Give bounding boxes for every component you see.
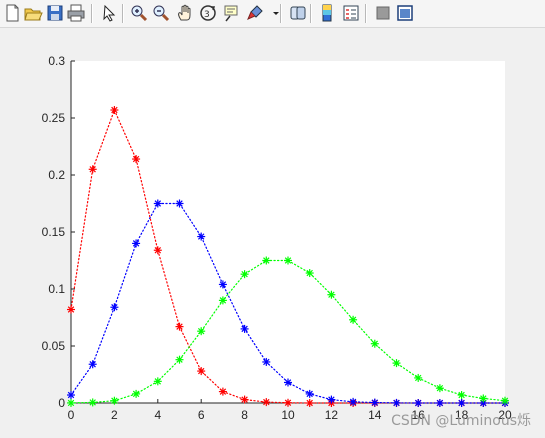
data-point-marker	[414, 399, 423, 407]
x-tick-label: 8	[241, 408, 248, 422]
data-point-marker	[479, 394, 488, 403]
colorbar-button[interactable]	[317, 3, 337, 23]
data-point-marker	[153, 199, 162, 208]
data-point-marker	[457, 391, 466, 400]
data-point-marker	[349, 397, 358, 406]
data-point-marker	[262, 357, 271, 366]
data-point-marker	[175, 355, 184, 364]
edit-plot-arrow-icon	[103, 4, 116, 22]
show-plot-tools-icon	[397, 5, 413, 21]
data-point-marker	[197, 367, 206, 376]
watermark-text: CSDN @Luminous烁	[391, 413, 531, 429]
data-cursor-icon	[224, 5, 238, 22]
data-point-marker	[197, 232, 206, 241]
y-tick-label: 0.3	[48, 54, 65, 68]
data-point-marker	[175, 322, 184, 331]
plot-canvas[interactable]: 0 2 4 6 8 10 12 14 16 18 2000.050.10.150.20.250.3	[0, 28, 545, 438]
data-point-marker	[435, 399, 444, 407]
data-point-marker	[435, 384, 444, 393]
data-point-marker	[175, 199, 184, 208]
x-tick-label: 14	[368, 408, 382, 422]
data-point-marker	[414, 373, 423, 382]
save-figure-icon	[47, 5, 63, 21]
x-tick-label: 10	[281, 408, 295, 422]
data-point-marker	[305, 389, 314, 398]
legend-button[interactable]	[341, 3, 361, 23]
colorbar-icon	[322, 4, 332, 22]
toolbar-separator	[310, 4, 312, 23]
zoom-in-button[interactable]	[129, 3, 149, 23]
data-point-marker	[284, 398, 292, 407]
data-point-marker	[153, 377, 162, 386]
open-file-button[interactable]	[23, 3, 43, 23]
zoom-out-button[interactable]	[151, 3, 171, 23]
x-tick-label: 12	[325, 408, 339, 422]
toolbar-separator	[365, 4, 367, 23]
legend-icon	[343, 5, 359, 21]
zoom-out-icon	[153, 5, 170, 22]
data-point-marker	[327, 395, 336, 404]
data-point-marker	[327, 290, 336, 299]
link-plot-button[interactable]	[288, 3, 308, 23]
zoom-in-icon	[131, 5, 148, 22]
link-plot-icon	[290, 6, 306, 20]
toolbar-separator	[91, 4, 93, 23]
data-point-marker	[305, 399, 314, 407]
rotate-3d-button[interactable]: 3	[198, 3, 218, 23]
new-figure-button[interactable]	[2, 3, 22, 23]
data-point-marker	[262, 256, 271, 265]
data-point-marker	[392, 398, 401, 407]
figure-toolbar: 3	[0, 0, 545, 28]
new-figure-icon	[6, 4, 19, 22]
brush-icon	[247, 5, 263, 20]
x-tick-label: 4	[154, 408, 161, 422]
data-cursor-button[interactable]	[222, 3, 242, 23]
save-figure-button[interactable]	[45, 3, 65, 23]
toolbar-separator	[280, 4, 282, 23]
edit-plot-arrow-button[interactable]	[99, 3, 119, 23]
y-tick-label: 0.1	[48, 282, 65, 296]
x-tick-label: 6	[198, 408, 205, 422]
data-point-marker	[370, 339, 379, 348]
brush-dropdown-button[interactable]	[266, 3, 279, 23]
x-tick-label: 2	[111, 408, 118, 422]
data-point-marker	[284, 378, 292, 387]
data-point-marker	[67, 305, 75, 314]
hide-plot-tools-button[interactable]	[373, 3, 393, 23]
data-point-marker	[262, 398, 271, 407]
figure-area: 0 2 4 6 8 10 12 14 16 18 20 0 0.05 0.1 0.15 0.2 0.25 0.3 …	[0, 28, 545, 438]
data-point-marker	[457, 399, 466, 407]
svg-text:3: 3	[204, 10, 210, 20]
data-point-marker	[392, 359, 401, 368]
x-tick-label: 0	[68, 408, 75, 422]
brush-button[interactable]	[245, 3, 265, 23]
data-point-marker	[501, 396, 509, 405]
data-point-marker	[349, 315, 358, 324]
pan-hand-button[interactable]	[175, 3, 195, 23]
y-tick-label: 0.2	[48, 168, 65, 182]
hide-plot-tools-icon	[376, 6, 390, 20]
axes-background	[71, 61, 505, 403]
data-point-marker	[67, 398, 75, 407]
y-tick-label: 0.05	[42, 339, 66, 353]
data-point-marker	[284, 256, 292, 265]
data-point-marker	[67, 391, 75, 400]
pan-hand-icon	[178, 4, 191, 21]
y-tick-label: 0.25	[42, 111, 66, 125]
show-plot-tools-button[interactable]	[395, 3, 415, 23]
chevron-down-icon	[273, 12, 279, 15]
toolbar-separator	[122, 4, 124, 23]
rotate-3d-icon: 3	[200, 5, 216, 21]
data-point-marker	[370, 398, 379, 407]
print-figure-button[interactable]	[66, 3, 86, 23]
y-tick-label: 0.15	[42, 225, 66, 239]
data-point-marker	[197, 327, 206, 336]
print-figure-icon	[67, 4, 85, 22]
open-file-icon	[24, 8, 43, 21]
y-tick-label: 0	[58, 396, 65, 410]
